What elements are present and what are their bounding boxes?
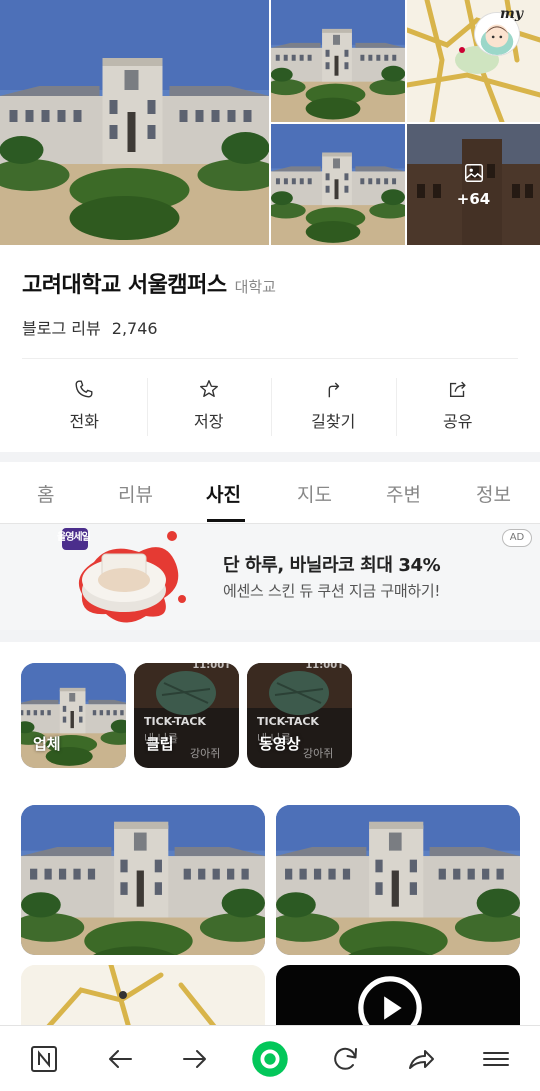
forward-arrow-icon	[183, 1050, 206, 1068]
directions-icon	[328, 382, 340, 398]
call-label: 전화	[69, 412, 99, 431]
tab-home[interactable]: 홈	[37, 480, 54, 507]
filter-clip-label: 클립	[146, 735, 174, 753]
hero-photo-grid: +64 my	[0, 0, 540, 245]
save-label: 저장	[194, 412, 224, 431]
section-separator	[0, 452, 540, 462]
tab-nearby[interactable]: 주변	[386, 480, 421, 507]
review-summary[interactable]: 블로그 리뷰 2,746	[22, 315, 158, 339]
hero-main-photo[interactable]	[0, 0, 269, 245]
share-icon	[449, 381, 466, 398]
ad-banner[interactable]: 올영세일 단 하루, 바닐라코 최대 34% 에센스 스킨 듀 쿠션 지금 구매…	[0, 524, 540, 630]
tab-photos[interactable]: 사진	[206, 480, 241, 507]
share-page-button[interactable]	[402, 1040, 440, 1078]
tab-reviews[interactable]: 리뷰	[118, 480, 153, 507]
tab-map[interactable]: 지도	[297, 480, 332, 507]
green-home-button[interactable]	[251, 1040, 289, 1078]
active-tab-indicator	[207, 519, 245, 522]
forward-button[interactable]	[176, 1040, 214, 1078]
naver-n-icon	[31, 1046, 57, 1072]
review-label: 블로그 리뷰	[22, 319, 101, 338]
back-arrow-icon	[109, 1050, 132, 1068]
naver-home-button[interactable]	[25, 1040, 63, 1078]
section-separator-2	[0, 630, 540, 642]
ad-headline: 단 하루, 바닐라코 최대 34%	[223, 555, 441, 576]
ad-product-image: 올영세일	[54, 524, 188, 628]
ad-subtext: 에센스 스킨 듀 쿠션 지금 구매하기!	[223, 582, 441, 600]
star-icon	[199, 380, 218, 398]
place-category: 대학교	[234, 278, 276, 296]
ad-brand-text: 올영세일	[57, 532, 91, 543]
my-label: my	[500, 6, 523, 22]
refresh-button[interactable]	[327, 1040, 365, 1078]
filter-clip-overlay-sub-2: 강아쥐	[190, 747, 221, 760]
filter-video-time: 11:00T	[305, 663, 344, 671]
call-button[interactable]: 전화	[22, 372, 147, 438]
filter-business-label: 업체	[33, 735, 61, 753]
ad-badge: AD	[502, 529, 532, 547]
place-title-row: 고려대학교 서울캠퍼스 대학교	[22, 267, 276, 299]
tab-info[interactable]: 정보	[476, 480, 511, 507]
photo-tile[interactable]	[276, 805, 520, 955]
filter-business[interactable]: 업체	[21, 663, 126, 768]
gallery-icon	[464, 163, 483, 182]
save-button[interactable]: 저장	[146, 372, 272, 438]
green-home-icon	[252, 1041, 288, 1077]
filter-video[interactable]: 11:00T TICK-TACK 내 나를 강아쥐 동영상	[247, 663, 352, 768]
menu-button[interactable]	[477, 1040, 515, 1078]
action-bar: 전화 저장 길찾기 공유	[22, 372, 520, 438]
review-count: 2,746	[111, 319, 158, 338]
filter-clip-time: 11:00T	[192, 663, 231, 671]
phone-icon	[75, 380, 93, 398]
tab-bar: 홈 리뷰 사진 지도 주변 정보	[0, 462, 540, 524]
filter-video-label: 동영상	[259, 735, 301, 753]
directions-label: 길찾기	[311, 412, 356, 431]
directions-button[interactable]: 길찾기	[271, 372, 396, 438]
filter-video-overlay-sub-2: 강아쥐	[303, 747, 334, 760]
browser-bottom-bar	[0, 1025, 540, 1091]
filter-clip[interactable]: 11:00T TICK-TACK 내 나를 강아쥐 클립	[134, 663, 239, 768]
share-button[interactable]: 공유	[395, 372, 521, 438]
menu-icon	[483, 1052, 509, 1066]
share-arrow-icon	[409, 1050, 434, 1069]
photo-tile[interactable]	[21, 805, 265, 955]
back-button[interactable]	[101, 1040, 139, 1078]
more-photos-overlay: +64	[407, 124, 540, 245]
hero-more-photos[interactable]: +64	[407, 124, 540, 245]
share-label: 공유	[443, 412, 473, 431]
filter-clip-overlay: TICK-TACK	[144, 715, 206, 728]
filter-video-overlay: TICK-TACK	[257, 715, 319, 728]
more-photos-count: +64	[456, 189, 491, 208]
refresh-icon	[334, 1047, 357, 1070]
hero-photo-3[interactable]	[271, 124, 405, 245]
place-name: 고려대학교 서울캠퍼스	[22, 273, 227, 298]
divider	[22, 358, 518, 359]
hero-photo-2[interactable]	[271, 0, 405, 122]
